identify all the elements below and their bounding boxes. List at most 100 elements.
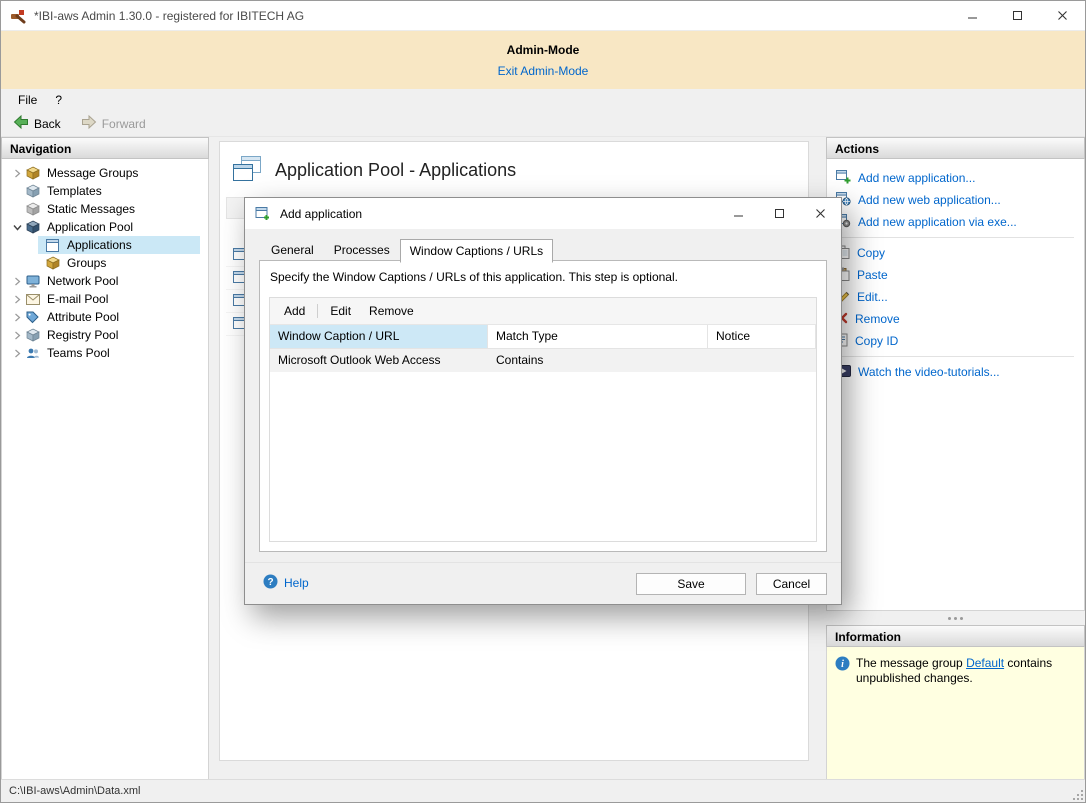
action-add-new-web-application[interactable]: Add new web application...	[827, 189, 1084, 211]
dialog-maximize-button[interactable]	[759, 198, 800, 229]
svg-text:i: i	[841, 659, 844, 670]
action-add-application-via-exe[interactable]: Add new application via exe...	[827, 211, 1084, 233]
edit-caption-button[interactable]: Edit	[321, 300, 360, 322]
sidebar-item-email-pool[interactable]: E-mail Pool	[2, 290, 208, 308]
action-edit[interactable]: Edit...	[827, 286, 1084, 308]
message-groups-icon	[26, 166, 42, 180]
sidebar-item-label: Static Messages	[47, 202, 135, 216]
info-icon: i	[835, 656, 850, 675]
cell-notice	[708, 349, 816, 372]
menu-help[interactable]: ?	[46, 90, 71, 110]
dialog-description: Specify the Window Captions / URLs of th…	[260, 261, 826, 284]
page-title: Application Pool - Applications	[275, 160, 516, 181]
action-copy-id[interactable]: Copy ID	[827, 330, 1084, 352]
tab-window-captions-urls[interactable]: Window Captions / URLs	[400, 239, 553, 263]
cell-window-caption-url: Microsoft Outlook Web Access	[270, 349, 488, 372]
action-add-new-application[interactable]: Add new application...	[827, 167, 1084, 189]
statusbar: C:\IBI-aws\Admin\Data.xml	[1, 779, 1085, 802]
chevron-right-icon[interactable]	[8, 169, 26, 178]
action-label: Copy ID	[855, 334, 898, 348]
application-pool-icon	[26, 220, 42, 234]
sidebar-item-groups[interactable]: Groups	[38, 254, 200, 272]
resize-grip[interactable]	[1071, 788, 1083, 800]
action-copy[interactable]: Copy	[827, 242, 1084, 264]
action-label: Paste	[857, 268, 888, 282]
sidebar-item-teams-pool[interactable]: Teams Pool	[2, 344, 208, 362]
chevron-down-icon[interactable]	[8, 223, 26, 232]
menu-file[interactable]: File	[9, 90, 46, 110]
column-header-match-type[interactable]: Match Type	[488, 325, 708, 348]
actions-separator	[837, 237, 1074, 238]
sidebar-item-attribute-pool[interactable]: Attribute Pool	[2, 308, 208, 326]
sidebar-item-applications[interactable]: Applications	[38, 236, 200, 254]
chevron-right-icon[interactable]	[8, 313, 26, 322]
information-header: Information	[826, 625, 1085, 647]
back-button[interactable]: Back	[5, 111, 69, 136]
app-window: *IBI-aws Admin 1.30.0 - registered for I…	[0, 0, 1086, 803]
captions-list-toolbar: Add Edit Remove	[270, 298, 816, 325]
nav-toolbar: Back Forward	[1, 111, 1085, 137]
action-label: Add new application via exe...	[858, 215, 1017, 229]
maximize-button[interactable]	[995, 1, 1040, 30]
sidebar-item-label: Network Pool	[47, 274, 118, 288]
registry-pool-icon	[26, 328, 42, 342]
sidebar-item-application-pool[interactable]: Application Pool	[2, 218, 208, 236]
actions-header: Actions	[826, 137, 1085, 159]
navigation-tree: Message Groups Templates Static Messages	[1, 159, 209, 781]
sidebar-item-label: Application Pool	[47, 220, 133, 234]
caption-table-row[interactable]: Microsoft Outlook Web Access Contains	[270, 349, 816, 372]
info-text: The message group	[856, 656, 966, 670]
applications-icon	[46, 239, 62, 252]
window-title: *IBI-aws Admin 1.30.0 - registered for I…	[34, 9, 304, 23]
sidebar-item-static-messages[interactable]: Static Messages	[2, 200, 208, 218]
sidebar-item-network-pool[interactable]: Network Pool	[2, 272, 208, 290]
add-caption-button[interactable]: Add	[275, 300, 314, 322]
tab-processes[interactable]: Processes	[324, 238, 400, 262]
email-pool-icon	[26, 294, 42, 305]
tab-general[interactable]: General	[261, 238, 324, 262]
help-label: Help	[284, 576, 309, 590]
actions-separator	[837, 356, 1074, 357]
cancel-button[interactable]: Cancel	[756, 573, 827, 595]
back-icon	[13, 114, 29, 133]
minimize-button[interactable]	[950, 1, 995, 30]
info-default-link[interactable]: Default	[966, 656, 1004, 670]
dialog-minimize-button[interactable]	[718, 198, 759, 229]
action-paste[interactable]: Paste	[827, 264, 1084, 286]
sidebar-item-label: Teams Pool	[47, 346, 110, 360]
close-button[interactable]	[1040, 1, 1085, 30]
column-header-notice[interactable]: Notice	[708, 325, 816, 348]
sidebar-item-message-groups[interactable]: Message Groups	[2, 164, 208, 182]
action-watch-video-tutorials[interactable]: Watch the video-tutorials...	[827, 361, 1084, 383]
forward-label: Forward	[102, 117, 146, 131]
sidebar-item-templates[interactable]: Templates	[2, 182, 208, 200]
save-button[interactable]: Save	[636, 573, 746, 595]
action-label: Add new application...	[858, 171, 975, 185]
action-label: Edit...	[857, 290, 888, 304]
remove-caption-button[interactable]: Remove	[360, 300, 423, 322]
chevron-right-icon[interactable]	[8, 295, 26, 304]
dialog-close-button[interactable]	[800, 198, 841, 229]
tab-page-window-captions: Specify the Window Captions / URLs of th…	[259, 260, 827, 552]
static-messages-icon	[26, 202, 42, 216]
help-link[interactable]: ? Help	[263, 574, 309, 592]
app-icon	[10, 8, 26, 24]
dialog-title: Add application	[280, 207, 362, 221]
sidebar-item-registry-pool[interactable]: Registry Pool	[2, 326, 208, 344]
chevron-right-icon[interactable]	[8, 331, 26, 340]
panel-splitter[interactable]	[826, 611, 1085, 625]
back-label: Back	[34, 117, 61, 131]
sidebar-item-label: Templates	[47, 184, 102, 198]
chevron-right-icon[interactable]	[8, 349, 26, 358]
chevron-right-icon[interactable]	[8, 277, 26, 286]
column-header-window-caption-url[interactable]: Window Caption / URL	[270, 325, 488, 348]
dialog-icon	[255, 206, 271, 222]
action-label: Remove	[855, 312, 900, 326]
action-remove[interactable]: Remove	[827, 308, 1084, 330]
action-label: Copy	[857, 246, 885, 260]
statusbar-path: C:\IBI-aws\Admin\Data.xml	[9, 785, 140, 797]
forward-button[interactable]: Forward	[73, 111, 154, 136]
dialog-tabstrip: General Processes Window Captions / URLs	[261, 238, 553, 262]
exit-admin-mode-link[interactable]: Exit Admin-Mode	[498, 64, 589, 78]
navigation-header: Navigation	[1, 137, 209, 159]
